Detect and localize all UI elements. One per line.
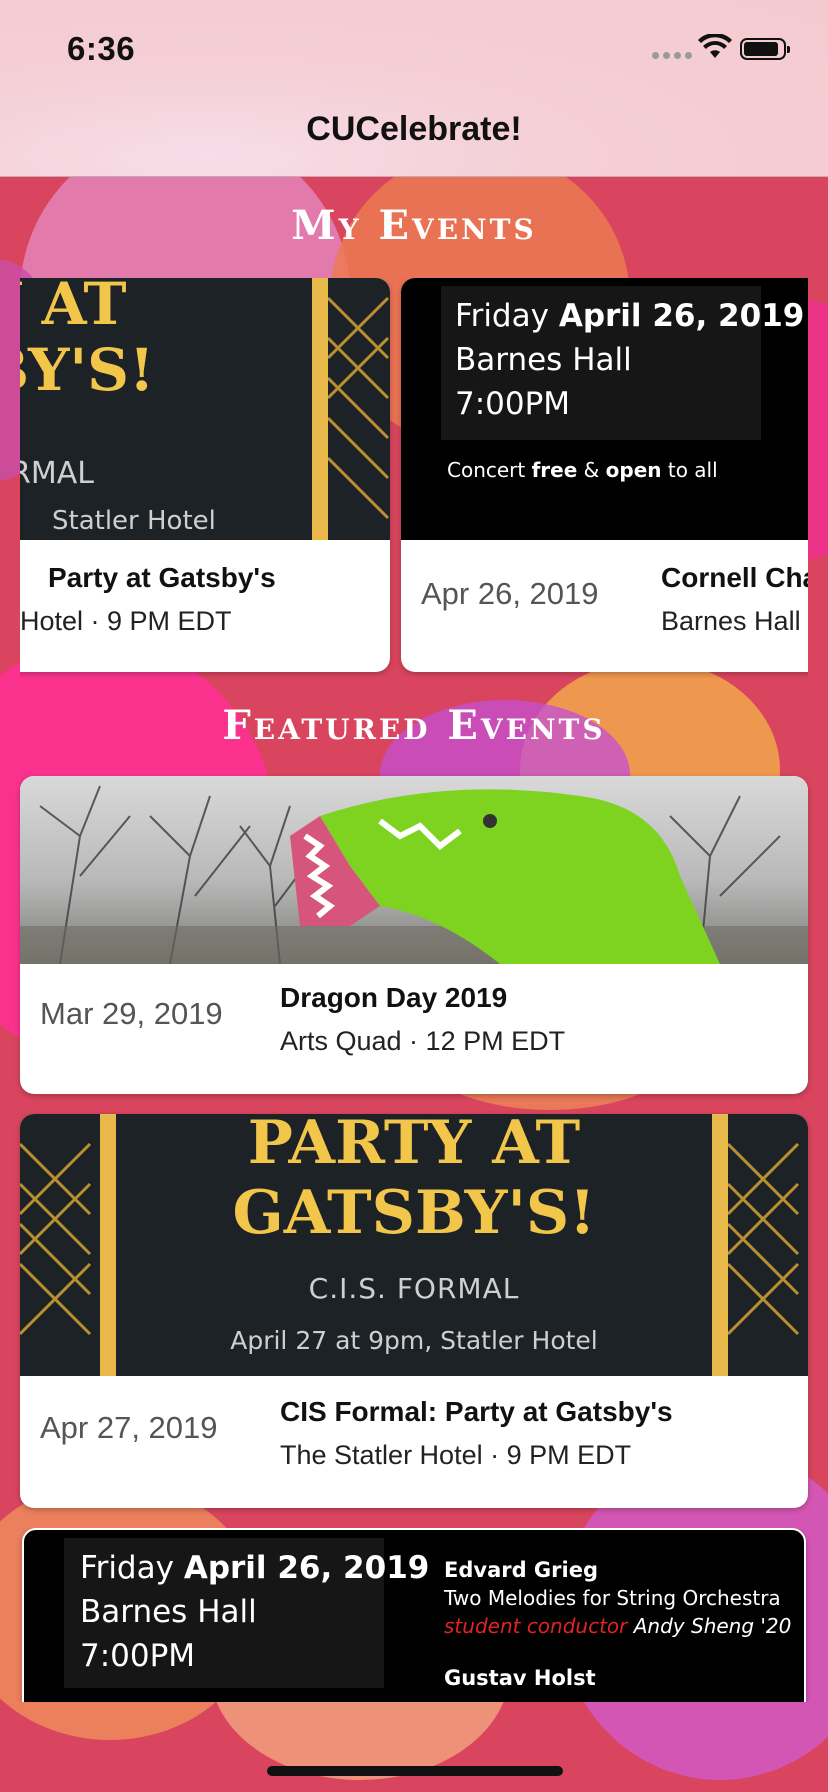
poster-text: RMAL	[20, 456, 94, 491]
featured-events-heading: Featured Events	[222, 702, 606, 749]
dragon-photo	[20, 785, 808, 964]
poster-note: Concert free & open to all	[447, 458, 718, 482]
poster-note-text: open	[605, 458, 662, 482]
poster-decoration	[312, 278, 328, 540]
art-deco-pattern	[328, 296, 390, 520]
art-deco-pattern	[728, 1142, 800, 1336]
event-date: Apr 26, 2019	[421, 576, 599, 611]
event-date: Mar 29, 2019	[40, 996, 223, 1031]
event-title: Cornell Cha	[661, 562, 808, 593]
poster-date: April 26, 2019	[558, 298, 805, 334]
event-subtitle: Arts Quad · 12 PM EDT	[280, 1026, 566, 1056]
event-subtitle: The Statler Hotel · 9 PM EDT	[280, 1440, 632, 1470]
poster-time: 7:00PM	[455, 386, 571, 422]
poster-day: Friday	[80, 1550, 174, 1586]
status-bar: 6:36	[0, 0, 828, 100]
my-events-heading: My Events	[291, 202, 537, 249]
poster-date-line: Friday April 26, 2019	[455, 298, 804, 334]
featured-event-card[interactable]: PARTY AT GATSBY'S! C.I.S. FORMAL April 2…	[20, 1114, 808, 1508]
poster-composer: Gustav Holst	[444, 1666, 596, 1690]
featured-event-card[interactable]: Friday April 26, 2019 Barnes Hall 7:00PM…	[22, 1528, 806, 1702]
event-poster-image: PARTY AT GATSBY'S! C.I.S. FORMAL April 2…	[20, 1114, 808, 1376]
event-poster-image	[20, 776, 808, 964]
poster-date: April 26, 2019	[183, 1550, 430, 1586]
event-poster-image: Friday April 26, 2019 Barnes Hall 7:00PM…	[401, 278, 808, 540]
poster-day: Friday	[455, 298, 549, 334]
poster-conductor-line: student conductor Andy Sheng '20	[444, 1614, 791, 1638]
poster-text: April 27 at 9pm, Statler Hotel	[230, 1326, 598, 1355]
event-poster-image: Y AT BY'S! RMAL Statler Hotel	[20, 278, 390, 540]
event-title: Party at Gatsby's	[48, 562, 276, 593]
poster-role: student conductor	[444, 1614, 628, 1638]
cellular-signal-icon	[652, 52, 692, 59]
poster-text: BY'S!	[20, 336, 155, 404]
poster-text: C.I.S. FORMAL	[308, 1272, 520, 1305]
poster-venue: Barnes Hall	[455, 342, 632, 378]
my-event-card[interactable]: Y AT BY'S! RMAL Statler Hotel Party at G…	[20, 278, 390, 672]
poster-piece: Two Melodies for String Orchestra	[444, 1586, 781, 1610]
poster-note-text: Concert	[447, 458, 526, 482]
featured-event-card[interactable]: Mar 29, 2019 Dragon Day 2019 Arts Quad ·…	[20, 776, 808, 1094]
poster-note-text: free	[531, 458, 578, 482]
event-title: CIS Formal: Party at Gatsby's	[280, 1396, 673, 1427]
poster-date-line: Friday April 26, 2019	[80, 1550, 429, 1586]
poster-conductor: Andy Sheng '20	[633, 1614, 792, 1638]
poster-text: PARTY AT	[247, 1114, 581, 1178]
home-indicator[interactable]	[267, 1766, 563, 1776]
event-title: Dragon Day 2019	[280, 982, 508, 1013]
poster-decoration	[712, 1114, 728, 1376]
poster-note-text: &	[583, 458, 600, 482]
app-title: CUCelebrate!	[306, 110, 522, 148]
event-subtitle: Hotel · 9 PM EDT	[20, 606, 232, 636]
event-date: Apr 27, 2019	[40, 1410, 218, 1445]
my-event-card[interactable]: Friday April 26, 2019 Barnes Hall 7:00PM…	[401, 278, 808, 672]
poster-note-text: to all	[667, 458, 718, 482]
poster-text: Y AT	[20, 278, 127, 338]
poster-time: 7:00PM	[80, 1638, 196, 1674]
poster-text: GATSBY'S!	[232, 1178, 596, 1248]
event-subtitle: Barnes Hall	[661, 606, 801, 636]
wifi-icon	[698, 34, 732, 58]
battery-icon	[740, 38, 790, 60]
poster-composer: Edvard Grieg	[444, 1558, 599, 1582]
status-time: 6:36	[67, 30, 136, 67]
poster-venue: Barnes Hall	[80, 1594, 257, 1630]
my-events-carousel[interactable]: Y AT BY'S! RMAL Statler Hotel Party at G…	[20, 278, 808, 678]
poster-text: Statler Hotel	[52, 506, 216, 536]
scroll-clip: Friday April 26, 2019 Barnes Hall 7:00PM…	[0, 1528, 828, 1702]
